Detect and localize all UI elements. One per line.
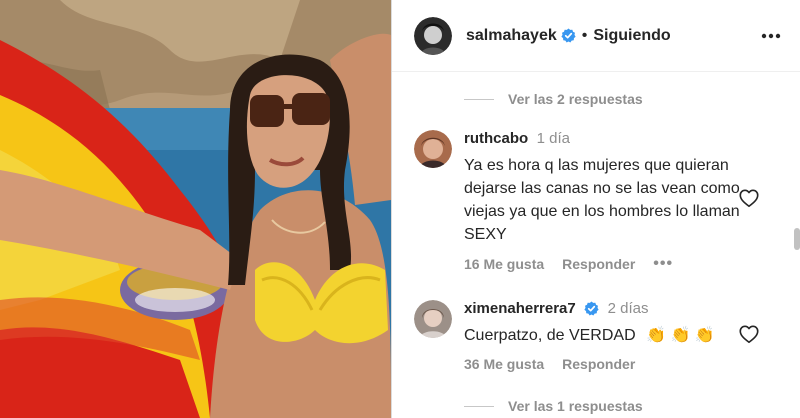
view-replies-label: Ver las 1 respuestas (508, 398, 643, 414)
reply-button[interactable]: Responder (562, 256, 635, 272)
like-heart-icon[interactable] (738, 323, 760, 345)
reply-button[interactable]: Responder (562, 356, 635, 372)
scrollbar-thumb[interactable] (794, 228, 800, 250)
replies-divider (464, 98, 494, 100)
follow-status-button[interactable]: Siguiendo (593, 27, 670, 45)
header-separator: • (581, 26, 588, 44)
verified-badge-icon (561, 28, 576, 43)
more-options-icon[interactable] (759, 24, 783, 48)
commenter-avatar[interactable] (414, 130, 452, 168)
comment-item: ximenaherrera7 2 días Cuerpatzo, de VERD… (414, 300, 784, 380)
verified-badge-icon (584, 301, 599, 316)
comments-panel: salmahayek • Siguiendo Ver las 2 respues… (391, 0, 800, 418)
commenter-username[interactable]: ruthcabo (464, 130, 528, 147)
post-photo (0, 0, 391, 418)
comment-text: Ya es hora q las mujeres que quieran dej… (464, 157, 740, 243)
author-username[interactable]: salmahayek (466, 27, 557, 45)
view-replies-label: Ver las 2 respuestas (508, 91, 643, 107)
clapping-hands-emoji: 👏 👏 👏 (646, 327, 715, 344)
comment-text: Cuerpatzo, de VERDAD (464, 327, 636, 344)
replies-divider (464, 405, 494, 407)
comment-options-icon[interactable]: ••• (653, 255, 673, 273)
view-replies-toggle[interactable]: Ver las 1 respuestas (464, 398, 643, 414)
comment-time[interactable]: 1 día (537, 130, 570, 147)
like-heart-icon[interactable] (738, 187, 760, 209)
comment-likes[interactable]: 16 Me gusta (464, 256, 544, 272)
comment-likes[interactable]: 36 Me gusta (464, 356, 544, 372)
post-header: salmahayek • Siguiendo (392, 0, 800, 72)
comment-actions: 36 Me gusta Responder (464, 356, 744, 372)
comment-actions: 16 Me gusta Responder ••• (464, 255, 744, 273)
commenter-username[interactable]: ximenaherrera7 (464, 300, 576, 317)
commenter-avatar[interactable] (414, 300, 452, 338)
comment-item: ruthcabo 1 día Ya es hora q las mujeres … (414, 130, 784, 275)
comment-text-row: Cuerpatzo, de VERDAD 👏 👏 👏 (464, 324, 744, 347)
author-avatar[interactable] (414, 16, 452, 55)
view-replies-toggle[interactable]: Ver las 2 respuestas (464, 91, 643, 107)
comment-time[interactable]: 2 días (608, 300, 649, 317)
